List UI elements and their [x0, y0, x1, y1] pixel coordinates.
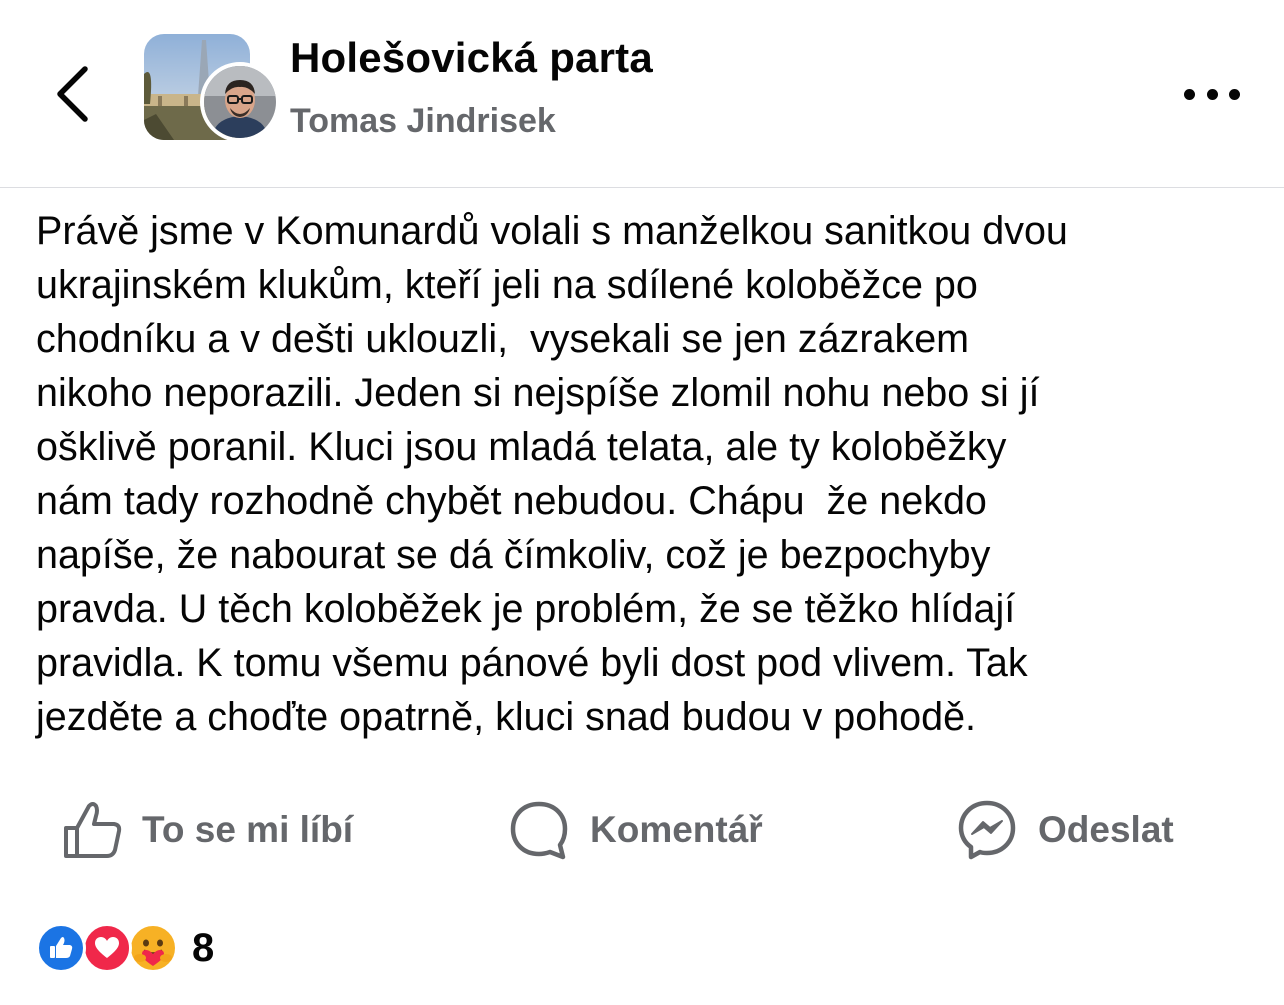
- reactions-summary[interactable]: 8: [36, 920, 214, 976]
- author-avatar[interactable]: [200, 62, 280, 142]
- like-reaction-icon: [36, 923, 86, 973]
- like-button[interactable]: To se mi líbí: [62, 790, 353, 870]
- post-text-line: Právě jsme v Komunardů volali s manželko…: [36, 209, 1068, 253]
- more-options-button[interactable]: [1180, 78, 1244, 110]
- post-header: Holešovická parta Tomas Jindrisek: [0, 0, 1284, 188]
- love-reaction-icon: [82, 923, 132, 973]
- comment-label: Komentář: [590, 809, 763, 850]
- post-actions-bar: To se mi líbí Komentář Odeslat: [0, 790, 1284, 870]
- send-button[interactable]: Odeslat: [956, 790, 1174, 870]
- post-text-line: pravidla. K tomu všemu pánové byli dost …: [36, 641, 1028, 685]
- post-text-line: nikoho neporazili. Jeden si nejspíše zlo…: [36, 371, 1040, 415]
- post-text-line: nám tady rozhodně chybět nebudou. Chápu …: [36, 479, 987, 523]
- messenger-icon: [958, 800, 1016, 860]
- post-avatar[interactable]: [144, 34, 280, 142]
- reaction-count: 8: [192, 925, 215, 970]
- reaction-icons: [36, 923, 184, 973]
- author-name[interactable]: Tomas Jindrisek: [290, 102, 556, 141]
- thumbs-up-icon: [64, 802, 122, 858]
- post-text-line: ukrajinském klukům, kteří jeli na sdílen…: [36, 263, 978, 307]
- post-body: Právě jsme v Komunardů volali s manželko…: [36, 204, 1246, 744]
- comment-bubble-icon: [510, 801, 568, 860]
- post-text-line: jezděte a choďte opatrně, kluci snad bud…: [36, 695, 977, 739]
- chevron-left-icon: [57, 66, 88, 122]
- care-reaction-icon: [128, 923, 178, 973]
- post-text-line: chodníku a v dešti uklouzli, vysekali se…: [36, 317, 970, 361]
- more-horizontal-icon: [1184, 88, 1195, 100]
- group-name[interactable]: Holešovická parta: [290, 34, 653, 82]
- post-text-line: napíše, že nabourat se dá čímkoliv, což …: [36, 533, 991, 577]
- comment-button[interactable]: Komentář: [508, 790, 763, 870]
- post-text-line: pravda. U těch koloběžek je problém, že …: [36, 587, 1016, 631]
- post-text-line: ošklivě poranil. Kluci jsou mladá telata…: [36, 425, 1007, 469]
- back-button[interactable]: [44, 58, 100, 130]
- send-label: Odeslat: [1038, 809, 1174, 850]
- like-label: To se mi líbí: [142, 809, 354, 850]
